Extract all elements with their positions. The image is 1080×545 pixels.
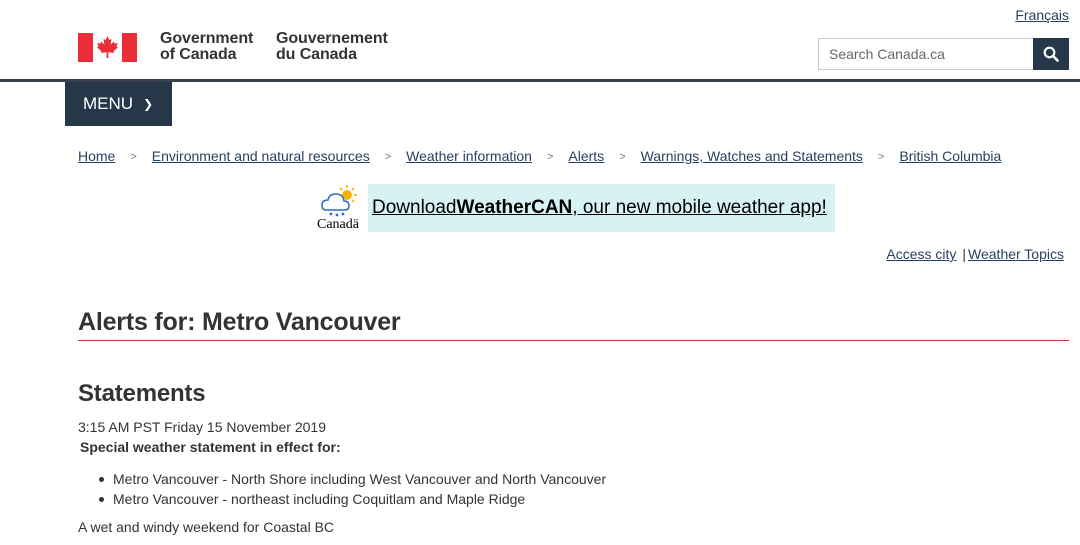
access-city-link[interactable]: Access city	[886, 246, 956, 262]
link-divider: |	[962, 246, 967, 262]
wordmark: Government of Canada Gouvernement du Can…	[160, 31, 388, 63]
breadcrumb-separator-icon: >	[877, 151, 885, 163]
banner-suffix: , our new mobile weather app!	[572, 197, 827, 218]
breadcrumb-alerts[interactable]: Alerts	[568, 148, 604, 166]
section-heading: Statements	[78, 380, 206, 407]
canada-wordmark: Canadä	[317, 217, 359, 232]
wordmark-french: Gouvernement du Canada	[276, 30, 388, 63]
weathercan-download-link[interactable]: Download WeatherCAN, our new mobile weat…	[368, 184, 835, 232]
wordmark-english: Government of Canada	[160, 30, 254, 63]
chevron-down-icon: ❯	[143, 97, 154, 111]
canada-flag-icon	[78, 33, 137, 62]
breadcrumb-separator-icon: >	[130, 151, 137, 163]
weathercan-banner[interactable]: Canadä Download WeatherCAN, our new mobi…	[316, 184, 835, 234]
weather-sun-cloud-icon	[321, 185, 357, 217]
breadcrumb-home[interactable]: Home	[78, 148, 115, 166]
page-links: Access city | Weather Topics	[886, 246, 1064, 262]
search-button[interactable]	[1033, 38, 1069, 70]
breadcrumb-weather-information[interactable]: Weather information	[406, 148, 532, 166]
search-icon	[1043, 46, 1059, 62]
weather-topics-link[interactable]: Weather Topics	[968, 246, 1064, 262]
breadcrumb-separator-icon: >	[546, 151, 554, 163]
statement-heading: Special weather statement in effect for:	[80, 439, 341, 455]
menu-button[interactable]: MENU ❯	[65, 82, 172, 126]
breadcrumb: Home > Environment and natural resources…	[78, 148, 1001, 166]
title-underline	[78, 340, 1069, 341]
list-item: Metro Vancouver - northeast including Co…	[98, 489, 606, 509]
banner-app-name: WeatherCAN	[456, 197, 573, 218]
affected-regions-list: Metro Vancouver - North Shore including …	[98, 469, 607, 509]
government-of-canada-signature[interactable]: Government of Canada Gouvernement du Can…	[78, 31, 388, 63]
breadcrumb-separator-icon: >	[384, 151, 392, 163]
banner-prefix: Download	[372, 197, 457, 218]
breadcrumb-environment[interactable]: Environment and natural resources	[152, 148, 370, 166]
breadcrumb-british-columbia[interactable]: British Columbia	[899, 148, 1001, 166]
search-input[interactable]	[818, 38, 1033, 70]
statement-timestamp: 3:15 AM PST Friday 15 November 2019	[78, 419, 326, 435]
breadcrumb-warnings[interactable]: Warnings, Watches and Statements	[641, 148, 863, 166]
weathercan-logo: Canadä	[316, 184, 368, 234]
breadcrumb-separator-icon: >	[619, 151, 626, 163]
menu-label: MENU	[83, 94, 134, 113]
list-item: Metro Vancouver - North Shore including …	[98, 471, 607, 487]
statement-summary: A wet and windy weekend for Coastal BC	[78, 519, 335, 535]
page-title: Alerts for: Metro Vancouver	[78, 308, 401, 336]
language-toggle-link[interactable]: Français	[1015, 7, 1069, 23]
site-search	[818, 38, 1069, 70]
